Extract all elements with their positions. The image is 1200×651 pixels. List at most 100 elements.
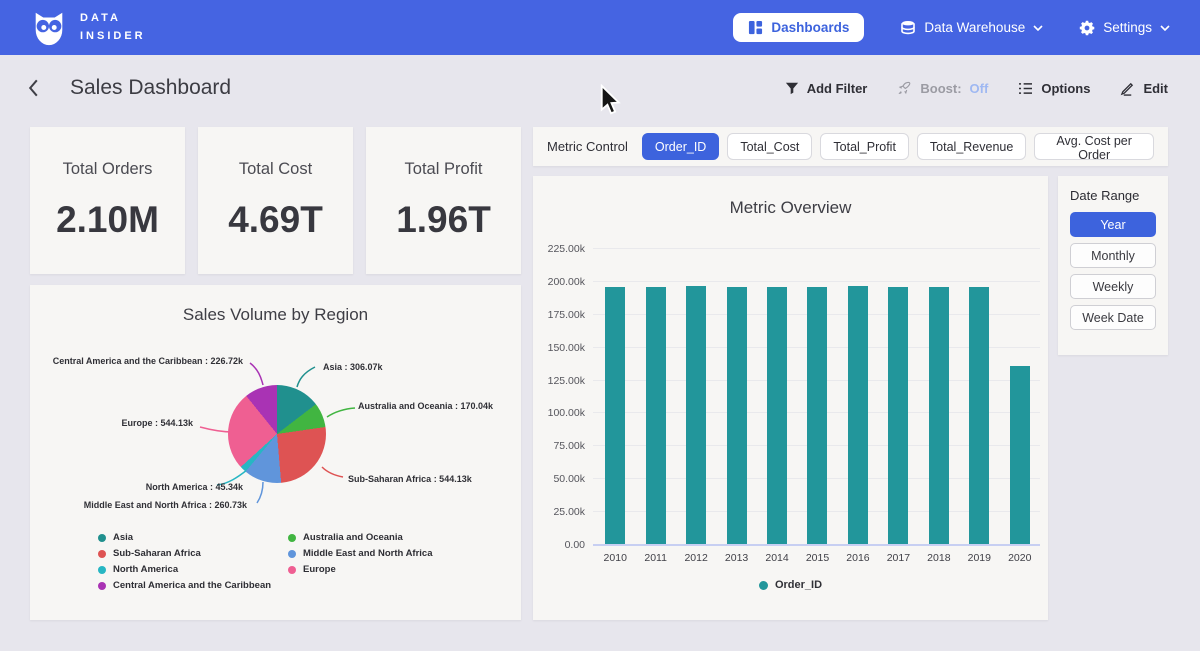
- options-button[interactable]: Options: [1018, 81, 1090, 96]
- x-tick-label: 2015: [797, 552, 837, 564]
- database-icon: [900, 20, 916, 36]
- metric-button-total-cost[interactable]: Total_Cost: [727, 133, 812, 160]
- kpi-value: 2.10M: [56, 199, 159, 241]
- bar-2020[interactable]: [1010, 366, 1030, 544]
- date-range-monthly[interactable]: Monthly: [1070, 243, 1156, 268]
- x-tick-label: 2012: [676, 552, 716, 564]
- bar-2016[interactable]: [848, 286, 868, 544]
- bar-2015[interactable]: [807, 287, 827, 544]
- metric-control-bar: Metric Control Order_ID Total_Cost Total_P…: [533, 127, 1168, 166]
- nav-dashboards-label: Dashboards: [771, 20, 849, 35]
- y-tick-label: 100.00k: [533, 407, 585, 419]
- pie-legend: Asia Australia and Oceania Sub-Saharan Afr…: [98, 532, 433, 591]
- owl-logo-icon: [30, 9, 68, 47]
- legend-label: Order_ID: [775, 579, 822, 591]
- list-icon: [1018, 82, 1033, 95]
- legend-dot: [98, 550, 106, 558]
- legend-label: Middle East and North Africa: [303, 548, 433, 559]
- y-tick-label: 125.00k: [533, 375, 585, 387]
- legend-item[interactable]: Sub-Saharan Africa: [98, 548, 288, 559]
- x-tick-label: 2019: [959, 552, 999, 564]
- legend-dot: [288, 566, 296, 574]
- kpi-total-cost: Total Cost 4.69T: [198, 127, 353, 274]
- page-header: Sales Dashboard Add Filter Boost: Off Op…: [0, 55, 1200, 121]
- pie-label-australia-oceania: Australia and Oceania : 170.04k: [358, 401, 493, 411]
- bar-2012[interactable]: [686, 286, 706, 544]
- x-tick-label: 2018: [919, 552, 959, 564]
- chevron-down-icon: [1160, 25, 1170, 31]
- edit-button[interactable]: Edit: [1120, 81, 1168, 96]
- bar-2019[interactable]: [969, 287, 989, 544]
- boost-toggle[interactable]: Boost: Off: [897, 81, 988, 96]
- bar-chart-legend: Order_ID: [533, 579, 1048, 591]
- filter-icon: [785, 81, 799, 95]
- nav-data-warehouse[interactable]: Data Warehouse: [900, 20, 1043, 36]
- legend-label: Sub-Saharan Africa: [113, 548, 201, 559]
- brand-line-1: DATA: [80, 10, 146, 27]
- y-tick-label: 175.00k: [533, 309, 585, 321]
- sales-volume-chart: Sales Volume by Region Central America a…: [30, 285, 521, 620]
- date-range-weekly[interactable]: Weekly: [1070, 274, 1156, 299]
- legend-item[interactable]: Asia: [98, 532, 288, 543]
- add-filter-button[interactable]: Add Filter: [785, 81, 868, 96]
- metric-button-order-id[interactable]: Order_ID: [642, 133, 719, 160]
- y-tick-label: 200.00k: [533, 276, 585, 288]
- dashboard-icon: [748, 20, 763, 35]
- metric-button-total-revenue[interactable]: Total_Revenue: [917, 133, 1026, 160]
- metric-control-label: Metric Control: [547, 139, 628, 154]
- x-tick-label: 2011: [635, 552, 675, 564]
- metric-button-avg-cost-per-order[interactable]: Avg. Cost per Order: [1034, 133, 1154, 160]
- date-range-week-date[interactable]: Week Date: [1070, 305, 1156, 330]
- bar-2010[interactable]: [605, 287, 625, 544]
- brand-line-2: INSIDER: [80, 28, 146, 45]
- pie-label-central-america: Central America and the Caribbean : 226.…: [53, 356, 243, 366]
- kpi-label: Total Orders: [63, 160, 153, 179]
- boost-status: Off: [970, 81, 989, 96]
- kpi-value: 1.96T: [396, 199, 491, 241]
- pie-label-sub-saharan-africa: Sub-Saharan Africa : 544.13k: [348, 474, 472, 484]
- x-tick-label: 2010: [595, 552, 635, 564]
- nav-settings[interactable]: Settings: [1079, 20, 1170, 36]
- bar-2018[interactable]: [929, 287, 949, 544]
- legend-label: North America: [113, 564, 178, 575]
- kpi-total-profit: Total Profit 1.96T: [366, 127, 521, 274]
- pie-chart-title: Sales Volume by Region: [30, 285, 521, 325]
- legend-label: Asia: [113, 532, 133, 543]
- date-range-year[interactable]: Year: [1070, 212, 1156, 237]
- pie-label-asia: Asia : 306.07k: [323, 362, 383, 372]
- date-range-label: Date Range: [1070, 188, 1156, 203]
- chevron-down-icon: [1033, 25, 1043, 31]
- bar-2011[interactable]: [646, 287, 666, 544]
- kpi-label: Total Profit: [405, 160, 483, 179]
- legend-item[interactable]: Central America and the Caribbean: [98, 580, 288, 591]
- bar-chart-x-axis: 2010201120122013201420152016201720182019…: [595, 552, 1040, 564]
- kpi-total-orders: Total Orders 2.10M: [30, 127, 185, 274]
- legend-dot: [288, 550, 296, 558]
- y-tick-label: 25.00k: [533, 506, 585, 518]
- nav-dashboards-button[interactable]: Dashboards: [733, 13, 864, 42]
- legend-item[interactable]: Europe: [288, 564, 433, 575]
- legend-item[interactable]: Australia and Oceania: [288, 532, 433, 543]
- legend-dot: [98, 566, 106, 574]
- legend-dot: [759, 581, 768, 590]
- bar-2013[interactable]: [727, 287, 747, 544]
- legend-item[interactable]: Middle East and North Africa: [288, 548, 433, 559]
- bar-chart-title: Metric Overview: [533, 176, 1048, 218]
- bar-2017[interactable]: [888, 287, 908, 544]
- legend-dot: [98, 582, 106, 590]
- bar-2014[interactable]: [767, 287, 787, 544]
- y-tick-label: 0.00: [533, 539, 585, 551]
- pie-graphic[interactable]: [228, 385, 326, 483]
- metric-button-total-profit[interactable]: Total_Profit: [820, 133, 909, 160]
- legend-item[interactable]: North America: [98, 564, 288, 575]
- x-tick-label: 2013: [716, 552, 756, 564]
- y-tick-label: 225.00k: [533, 243, 585, 255]
- page-title: Sales Dashboard: [70, 76, 231, 100]
- y-tick-label: 150.00k: [533, 342, 585, 354]
- pie-label-north-america: North America : 45.34k: [146, 482, 243, 492]
- pie-label-middle-east: Middle East and North Africa : 260.73k: [84, 500, 247, 510]
- back-button[interactable]: [28, 78, 48, 98]
- metric-button-group: Order_ID Total_Cost Total_Profit Total_Reve…: [642, 133, 1154, 160]
- legend-label: Australia and Oceania: [303, 532, 403, 543]
- metric-overview-chart: Metric Overview 225.00k 200.00k 175.00k 150…: [533, 176, 1048, 620]
